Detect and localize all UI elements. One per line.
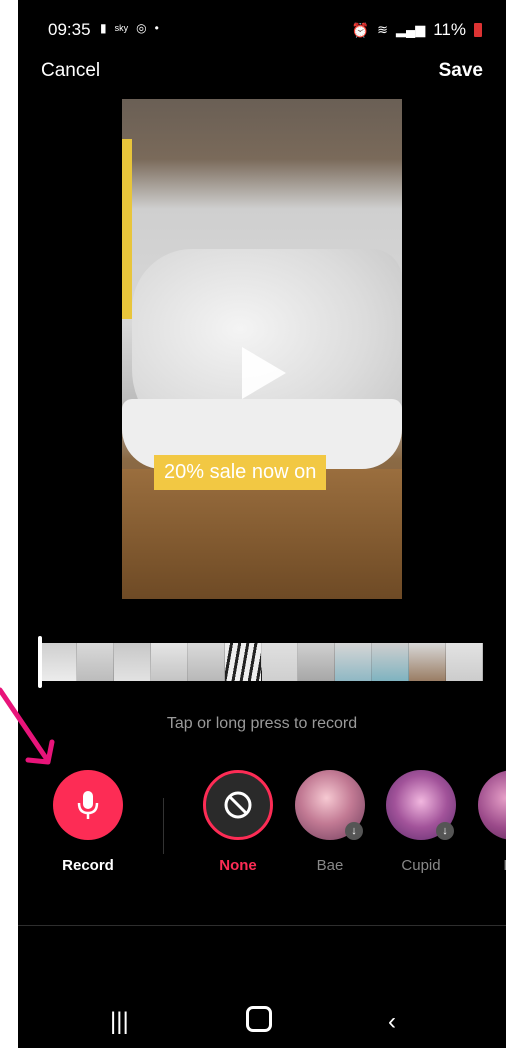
effect-bae[interactable]: ↓ Bae <box>290 770 370 874</box>
background-object <box>122 139 132 319</box>
partial-label: Da <box>473 857 506 874</box>
timeline-frame <box>76 643 114 681</box>
pointer-arrow-icon <box>0 687 55 765</box>
battery-icon <box>474 23 482 37</box>
effect-partial[interactable]: Da <box>473 770 506 874</box>
timeline-frame <box>224 643 262 681</box>
status-right: ⏰ ≋ ▂▄▆ 11% <box>352 20 482 40</box>
timeline-frame <box>446 643 483 681</box>
wifi-icon: ≋ <box>377 22 389 37</box>
instagram-icon: ◎ <box>136 21 147 35</box>
alarm-icon: ⏰ <box>351 21 370 38</box>
none-circle[interactable] <box>203 770 273 840</box>
microphone-icon <box>77 791 99 819</box>
status-time: 09:35 <box>48 20 91 39</box>
record-button[interactable]: Record <box>48 770 128 874</box>
no-symbol-icon <box>224 791 252 819</box>
record-label: Record <box>62 857 114 874</box>
navigation-bar: ||| ‹ <box>18 1000 506 1048</box>
cancel-button[interactable]: Cancel <box>41 60 100 82</box>
voice-effects-row: Record None ↓ Bae ↓ Cupid <box>18 770 506 880</box>
dot-icon: • <box>154 21 159 35</box>
timeline-frame <box>40 643 77 681</box>
video-preview[interactable]: 20% sale now on <box>122 99 402 599</box>
bae-avatar[interactable]: ↓ <box>295 770 365 840</box>
section-divider <box>18 925 506 926</box>
partial-avatar[interactable] <box>478 770 506 840</box>
effect-none[interactable]: None <box>198 770 278 874</box>
timeline-frame <box>372 643 410 681</box>
timeline-frame <box>261 643 299 681</box>
timeline-frame <box>113 643 151 681</box>
timeline-frame <box>409 643 447 681</box>
screen: 09:35 ▮ sky ◎ • ⏰ ≋ ▂▄▆ 11% Cancel Save … <box>18 0 506 1048</box>
timeline-strip[interactable] <box>40 643 483 681</box>
signal-icon: ▂▄▆ <box>396 22 426 37</box>
none-label: None <box>219 857 257 874</box>
download-icon: ↓ <box>436 822 454 840</box>
bae-label: Bae <box>316 857 344 874</box>
battery-percent: 11% <box>433 20 466 39</box>
timeline-frame <box>187 643 225 681</box>
download-icon: ↓ <box>345 822 363 840</box>
record-circle[interactable] <box>53 770 123 840</box>
sky-news-icon: sky <box>114 23 129 33</box>
record-hint: Tap or long press to record <box>166 715 358 732</box>
timeline-frame <box>335 643 373 681</box>
timeline-frame <box>298 643 336 681</box>
play-icon[interactable] <box>242 347 286 399</box>
effect-cupid[interactable]: ↓ Cupid <box>381 770 461 874</box>
text-overlay[interactable]: 20% sale now on <box>154 455 327 490</box>
recents-icon[interactable]: ||| <box>110 1008 129 1036</box>
home-icon[interactable] <box>246 1006 272 1032</box>
timeline-frame <box>150 643 188 681</box>
back-icon[interactable]: ‹ <box>388 1008 396 1036</box>
save-button[interactable]: Save <box>439 60 483 82</box>
notification-icon: ▮ <box>100 21 107 35</box>
status-bar: 09:35 ▮ sky ◎ • ⏰ ≋ ▂▄▆ 11% <box>18 0 506 56</box>
cupid-label: Cupid <box>401 857 441 874</box>
status-left-icons: ▮ sky ◎ • <box>100 21 159 35</box>
effects-divider <box>163 798 164 854</box>
cupid-avatar[interactable]: ↓ <box>386 770 456 840</box>
